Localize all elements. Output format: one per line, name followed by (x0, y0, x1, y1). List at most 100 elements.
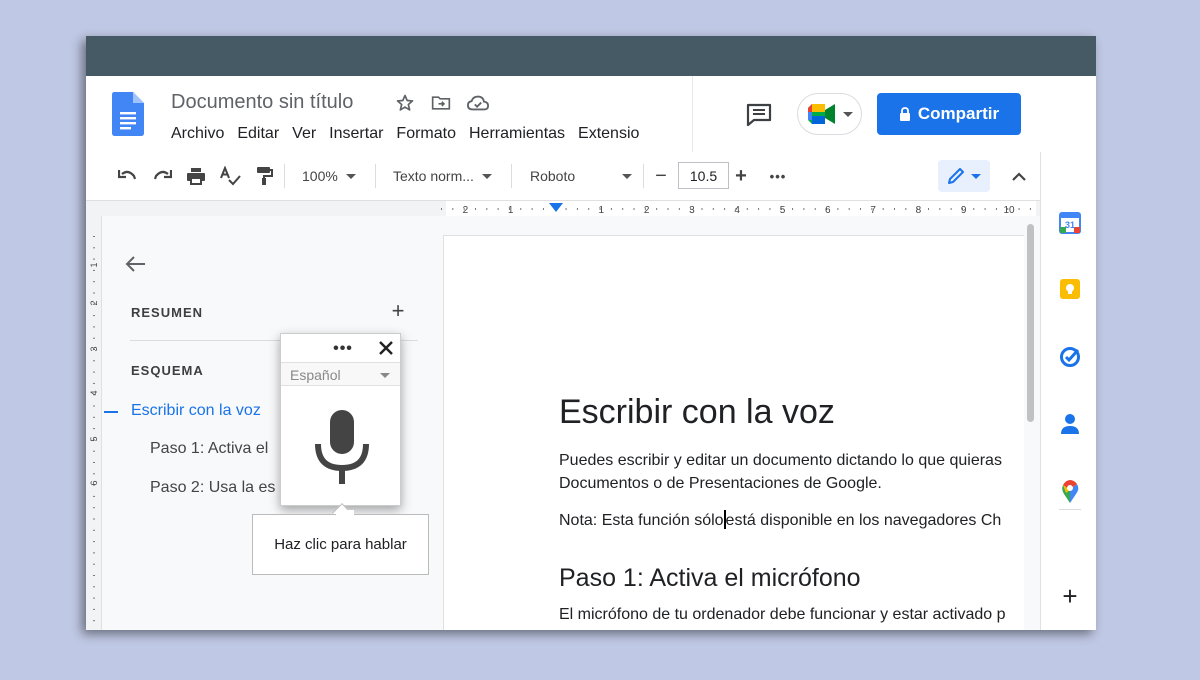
ruler-tick (93, 529, 95, 531)
vertical-ruler[interactable]: 21123456 (86, 216, 102, 630)
ruler-tick (712, 208, 714, 210)
ruler-tick (860, 208, 862, 210)
meet-button[interactable] (797, 93, 862, 135)
ruler-tick (93, 473, 95, 475)
indent-marker[interactable] (549, 203, 563, 212)
calendar-icon[interactable]: 31 (1058, 211, 1082, 235)
menu-formato[interactable]: Formato (396, 125, 456, 143)
font-size-decrease-button[interactable]: − (649, 164, 673, 188)
microphone-icon[interactable] (314, 410, 370, 486)
formatting-toolbar: 100% Texto norm... Roboto − 10.5 + ••• (86, 152, 1040, 200)
ruler-tick (93, 563, 95, 565)
docs-logo-icon[interactable] (112, 92, 144, 136)
document-page[interactable]: Escribir con la voz Puedes escribir y ed… (444, 236, 1024, 630)
outline-item-heading-2[interactable]: Paso 1: Activa el (150, 440, 268, 458)
horizontal-ruler[interactable]: 2 1 1 2 3 4 5 6 7 8 9 10 (86, 200, 1040, 217)
share-button[interactable]: Compartir (877, 93, 1021, 135)
document-heading-2: Paso 1: Activa el micrófono (559, 564, 861, 592)
undo-icon[interactable] (116, 164, 140, 188)
ruler-tick (610, 208, 612, 210)
keep-icon[interactable] (1058, 277, 1082, 301)
ruler-tick (93, 495, 95, 497)
hide-menus-chevron-up-icon[interactable] (1007, 164, 1031, 188)
menu-insertar[interactable]: Insertar (329, 125, 383, 143)
spellcheck-icon[interactable] (218, 164, 242, 188)
ruler-tick (93, 518, 95, 520)
ruler-tick (565, 208, 567, 210)
ruler-tick (746, 208, 748, 210)
app-window: Documento sin título Archivo Editar Ver Ins… (86, 36, 1096, 630)
star-icon[interactable] (394, 92, 416, 114)
ruler-tick (531, 208, 533, 210)
note-text-before-cursor: Nota: Esta función sólo (559, 512, 724, 529)
ruler-tick (452, 208, 454, 210)
tasks-icon[interactable] (1058, 345, 1082, 369)
font-size-increase-button[interactable]: + (729, 164, 753, 188)
ruler-tick (93, 326, 95, 328)
ruler-label: 2 (89, 300, 99, 305)
ruler-tick (93, 281, 95, 283)
note-text-after-cursor: está disponible en los navegadores Ch (725, 512, 1002, 529)
document-heading: Escribir con la voz (559, 393, 835, 431)
menu-editar[interactable]: Editar (237, 125, 279, 143)
font-size-input[interactable]: 10.5 (678, 162, 729, 189)
ruler-tick (93, 258, 95, 260)
svg-text:31: 31 (1065, 220, 1075, 230)
add-summary-button[interactable]: + (386, 298, 410, 323)
ruler-label: 6 (89, 480, 99, 485)
menu-herramientas[interactable]: Herramientas (469, 125, 565, 143)
paragraph-step-1: El micrófono de tu ordenador debe funcio… (559, 606, 1006, 623)
ruler-tick (93, 371, 95, 373)
print-icon[interactable] (184, 164, 208, 188)
back-arrow-icon[interactable] (122, 251, 148, 277)
ruler-label: 6 (825, 205, 831, 216)
ruler-tick (93, 236, 95, 237)
maps-icon[interactable] (1058, 480, 1082, 504)
ruler-tick (678, 208, 680, 210)
language-select[interactable]: Español (281, 362, 400, 386)
paragraph-line-1: Puedes escribir y editar un documento di… (559, 452, 1002, 469)
outline-item-heading-1[interactable]: Escribir con la voz (131, 402, 261, 420)
scrollbar-thumb[interactable] (1027, 224, 1034, 422)
ruler-tick (486, 208, 488, 210)
outline-label: ESQUEMA (131, 363, 204, 378)
ruler-label: 1 (599, 205, 605, 216)
move-folder-icon[interactable] (430, 92, 452, 114)
ruler-tick (93, 586, 95, 588)
ruler-tick (93, 269, 95, 271)
cloud-saved-icon[interactable] (467, 92, 489, 114)
menu-extensiones[interactable]: Extensio (578, 125, 639, 143)
outline-item-heading-3[interactable]: Paso 2: Usa la es (150, 479, 275, 497)
close-icon[interactable] (376, 338, 396, 358)
more-options-button[interactable]: ••• (764, 164, 792, 188)
menu-archivo[interactable]: Archivo (171, 125, 224, 143)
document-title[interactable]: Documento sin título (171, 91, 353, 114)
ruler-label: 5 (780, 205, 786, 216)
ruler-tick (984, 208, 986, 210)
chevron-down-icon (345, 173, 356, 179)
ruler-tick (93, 416, 95, 418)
get-addons-button[interactable]: + (1058, 581, 1082, 611)
ruler-tick (769, 208, 771, 210)
editing-mode-button[interactable] (938, 160, 990, 192)
ruler-tick (93, 247, 95, 249)
ruler-tick (542, 208, 544, 210)
voice-more-options-button[interactable]: ••• (331, 340, 355, 357)
comments-button[interactable] (744, 100, 774, 130)
side-panel-divider (1059, 509, 1081, 510)
ruler-tick (939, 208, 941, 210)
font-select[interactable]: Roboto (530, 164, 638, 188)
ruler-tick (93, 428, 95, 430)
paint-format-icon[interactable] (252, 164, 276, 188)
ruler-tick (837, 208, 839, 210)
menu-ver[interactable]: Ver (292, 125, 316, 143)
ruler-tick (950, 208, 952, 210)
ruler-tick (667, 208, 669, 210)
ruler-tick (588, 208, 590, 210)
ruler-tick (973, 208, 975, 210)
contacts-icon[interactable] (1058, 412, 1082, 436)
redo-icon[interactable] (150, 164, 174, 188)
zoom-select[interactable]: 100% (302, 164, 368, 188)
ruler-tick (93, 382, 95, 384)
paragraph-style-select[interactable]: Texto norm... (393, 164, 503, 188)
